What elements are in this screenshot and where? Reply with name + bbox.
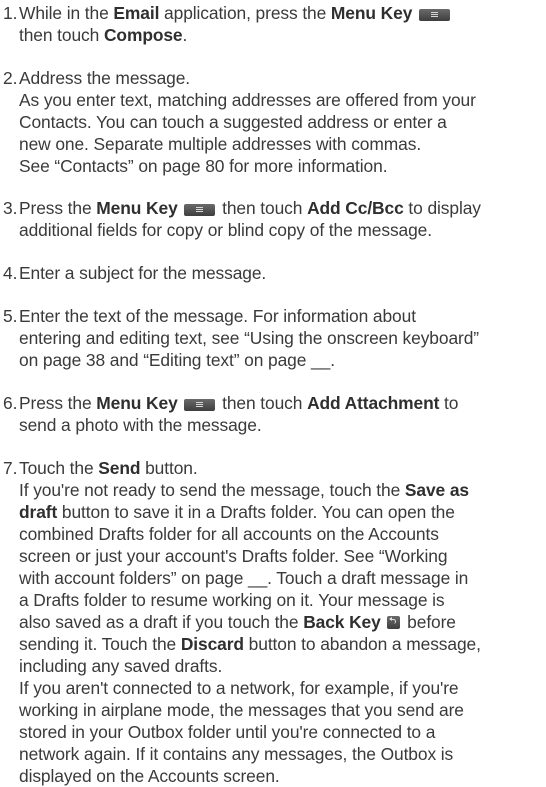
save-as-label: Save as <box>404 480 469 500</box>
step-number: 5. <box>3 306 18 326</box>
add-cc-bcc-label: Add Cc/Bcc <box>307 198 404 218</box>
menu-key-icon <box>184 399 216 411</box>
menu-key-label: Menu Key <box>96 393 178 413</box>
back-key-icon <box>387 616 401 629</box>
draft-label: draft <box>19 502 58 522</box>
step-7: 7. Touch the Send button. If you're not … <box>3 458 481 786</box>
menu-key-icon <box>184 204 216 216</box>
step-2: 2. Address the message. As you enter tex… <box>3 68 476 176</box>
step-number: 4. <box>3 263 18 283</box>
menu-key-label: Menu Key <box>330 3 413 23</box>
step-number: 7. <box>3 458 18 478</box>
discard-label: Discard <box>180 634 244 654</box>
menu-key-icon <box>419 9 450 21</box>
step-number: 2. <box>3 68 18 88</box>
compose-label: Compose <box>103 25 183 45</box>
step-number: 3. <box>3 198 18 218</box>
step-3: 3. Press the Menu Key then touch Add Cc/… <box>3 198 481 240</box>
step-number: 6. <box>3 393 18 413</box>
menu-key-label: Menu Key <box>96 198 178 218</box>
step-6: 6. Press the Menu Key then touch Add Att… <box>3 393 459 435</box>
step-4: 4. Enter a subject for the message. <box>3 263 267 283</box>
step-number: 1. <box>3 3 18 23</box>
back-key-label: Back Key <box>303 612 381 632</box>
send-label: Send <box>98 458 141 478</box>
step-5: 5. Enter the text of the message. For in… <box>3 306 479 370</box>
step-1: 1. While in the Email application, press… <box>3 2 543 46</box>
add-attachment-label: Add Attachment <box>307 393 440 413</box>
email-app-label: Email <box>113 3 160 23</box>
